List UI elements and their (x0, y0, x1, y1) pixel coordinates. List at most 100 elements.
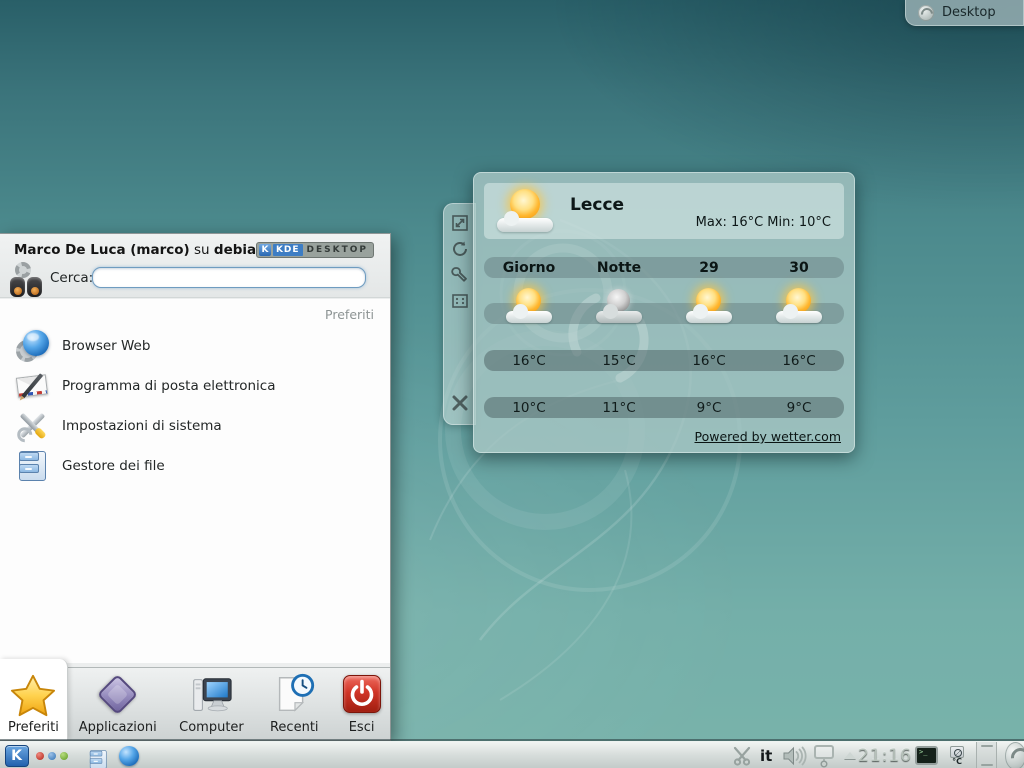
file-cabinet-icon (16, 449, 50, 483)
list-item-email-client[interactable]: Programma di posta elettronica (0, 366, 390, 406)
moon-cloud-icon (595, 288, 643, 326)
weather-status-icon (950, 746, 964, 758)
kde-logo-icon: K (259, 244, 271, 256)
crossed-tools-icon (16, 409, 50, 443)
resize-icon[interactable] (451, 214, 469, 232)
favorites-section-label: Preferiti (0, 299, 390, 326)
wetter-credit-link[interactable]: Powered by wetter.com (695, 429, 842, 444)
tab-applicazioni[interactable]: Applicazioni (68, 667, 168, 740)
night-temp: 11°C (574, 397, 664, 418)
badge-kde-label: KDE (273, 244, 303, 256)
night-temp: 9°C (664, 397, 754, 418)
kmenu-button[interactable]: K (3, 742, 30, 768)
user-name: Marco De Luca (marco) (14, 242, 190, 258)
tab-label: Computer (179, 720, 244, 735)
plasmoid-handle[interactable] (443, 203, 476, 425)
list-item-browser-web[interactable]: Browser Web (0, 326, 390, 366)
kickoff-favorites-list: Preferiti Browser Web Programma di posta… (0, 299, 390, 663)
browser-launcher[interactable] (119, 742, 139, 768)
speaker-icon (781, 745, 807, 767)
computer-icon (188, 672, 234, 718)
temp-unit-label: °C (952, 758, 962, 766)
sun-cloud-icon (775, 288, 823, 326)
maximize-icon[interactable] (451, 292, 469, 310)
monitor-network-icon (811, 744, 837, 768)
kickoff-search-row: Cerca: (0, 260, 390, 298)
volume-tray-icon[interactable] (781, 742, 807, 768)
weather-columns-row: Giorno Notte 29 30 (484, 257, 844, 278)
digital-clock[interactable]: 21:16 (858, 742, 912, 768)
terminal-tray-icon[interactable] (915, 742, 938, 768)
weather-col-header: Notte (574, 257, 664, 278)
tab-label: Preferiti (8, 720, 59, 735)
kickoff-tab-bar: Preferiti Applicazioni Computer (0, 667, 390, 740)
item-label: Programma di posta elettronica (62, 378, 275, 394)
rotate-icon[interactable] (451, 240, 469, 258)
tab-computer[interactable]: Computer (168, 667, 256, 740)
night-temp: 10°C (484, 397, 574, 418)
search-input[interactable] (92, 267, 366, 288)
red-dot-icon (36, 752, 44, 760)
systray-expander[interactable] (844, 742, 856, 768)
chevron-up-icon (844, 752, 856, 759)
kickoff-header: Marco De Luca (marco) su debian K KDE DE… (0, 234, 390, 298)
badge-desktop-label: DESKTOP (305, 245, 370, 255)
kickoff-menu: Marco De Luca (marco) su debian K KDE DE… (0, 233, 391, 741)
weather-day-temps-row: 16°C 15°C 16°C 16°C (484, 350, 844, 371)
panel-mini-widget[interactable] (976, 742, 997, 768)
kickoff-user-title: Marco De Luca (marco) su debian (14, 242, 266, 258)
search-binoculars-icon (8, 262, 46, 298)
weather-tray-icon[interactable]: °C (950, 742, 964, 768)
tab-label: Applicazioni (79, 720, 157, 735)
list-item-file-manager[interactable]: Gestore dei file (0, 446, 390, 486)
title-connector: su (194, 242, 210, 258)
weather-col-header: 29 (664, 257, 754, 278)
activity-dots[interactable] (36, 742, 68, 768)
network-tray-icon[interactable] (811, 742, 837, 768)
diamond-icon (95, 672, 141, 718)
weather-col-header: 30 (754, 257, 844, 278)
power-icon (339, 672, 385, 718)
sun-cloud-icon (505, 288, 553, 326)
tab-recenti[interactable]: Recenti (255, 667, 333, 740)
configure-wrench-icon[interactable] (451, 266, 469, 284)
weather-night-temps-row: 10°C 11°C 9°C 9°C (484, 397, 844, 418)
weather-col-header: Giorno (484, 257, 574, 278)
weather-widget[interactable]: Lecce Max: 16°C Min: 10°C Giorno Notte 2… (473, 172, 855, 453)
file-manager-launcher[interactable] (88, 742, 122, 768)
day-temp: 15°C (574, 350, 664, 371)
weather-icons-row (484, 285, 844, 329)
kde-logo-icon: K (5, 745, 29, 767)
tab-label: Esci (349, 720, 375, 735)
tab-esci[interactable]: Esci (333, 667, 390, 740)
scissors-icon (731, 745, 753, 767)
desktop-toolbox[interactable]: Desktop (905, 0, 1024, 26)
star-icon (10, 672, 56, 718)
list-item-system-settings[interactable]: Impostazioni di sistema (0, 406, 390, 446)
keyboard-layout-indicator[interactable]: it (760, 742, 772, 768)
file-cabinet-icon (88, 749, 109, 762)
tab-preferiti[interactable]: Preferiti (0, 659, 68, 740)
day-temp: 16°C (754, 350, 844, 371)
desktop-toolbox-label: Desktop (942, 5, 996, 20)
terminal-icon (915, 746, 938, 765)
night-temp: 9°C (754, 397, 844, 418)
tab-label: Recenti (270, 720, 319, 735)
kde-desktop-badge: K KDE DESKTOP (256, 242, 374, 258)
day-temp: 16°C (664, 350, 754, 371)
weather-header: Lecce Max: 16°C Min: 10°C (484, 183, 844, 239)
item-label: Gestore dei file (62, 458, 165, 474)
mail-pen-icon (16, 369, 50, 403)
item-label: Impostazioni di sistema (62, 418, 222, 434)
klipper-tray-icon[interactable] (731, 742, 753, 768)
green-dot-icon (60, 752, 68, 760)
sun-cloud-icon (496, 189, 554, 235)
weather-city: Lecce (570, 195, 624, 215)
panel-toolbox[interactable] (1003, 742, 1024, 768)
cashew-icon (918, 5, 934, 21)
sun-cloud-icon (685, 288, 733, 326)
globe-icon (119, 746, 139, 766)
close-icon[interactable] (451, 394, 469, 412)
weather-max-min: Max: 16°C Min: 10°C (696, 215, 831, 230)
item-label: Browser Web (62, 338, 150, 354)
